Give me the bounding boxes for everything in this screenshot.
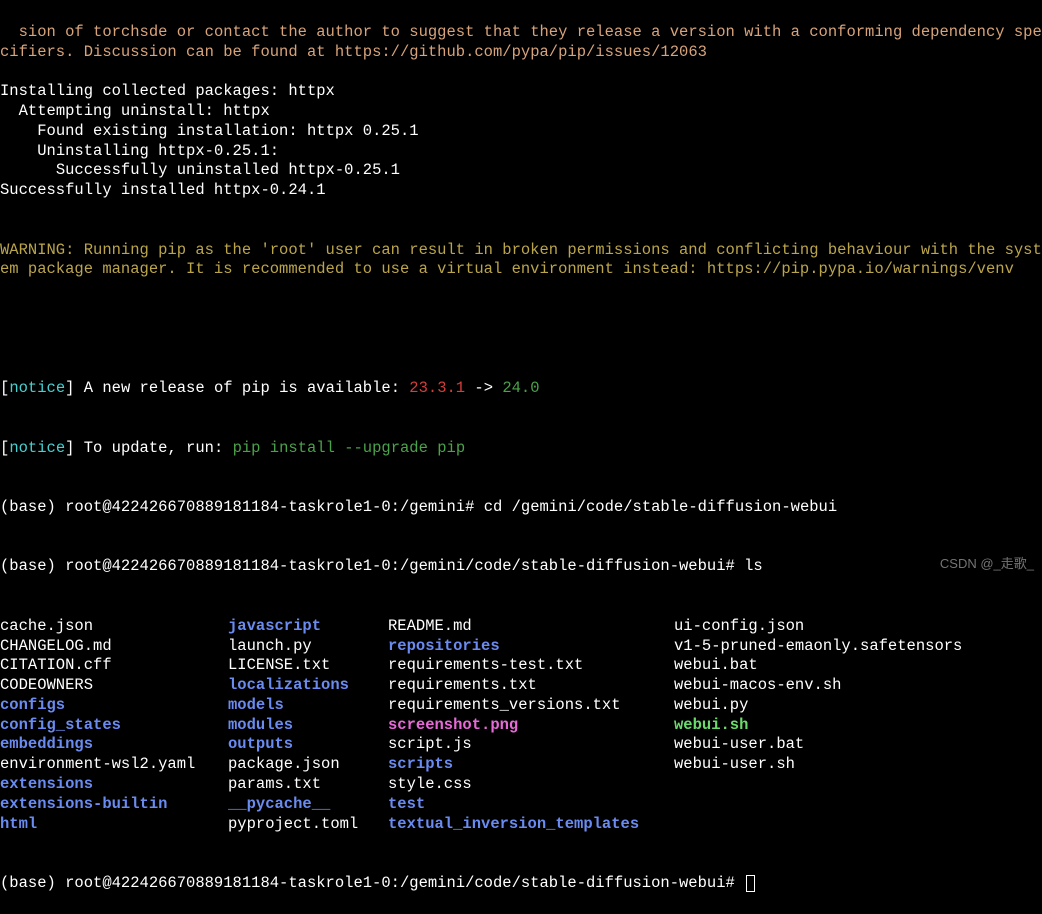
ls-entry: javascript — [228, 617, 388, 637]
ls-entry: params.txt — [228, 775, 388, 795]
ls-entry: configs — [0, 696, 228, 716]
ls-entry: README.md — [388, 617, 674, 637]
ls-entry: pyproject.toml — [228, 815, 388, 835]
ls-entry: style.css — [388, 775, 674, 795]
prompt-line-ls: (base) root@422426670889181184-taskrole1… — [0, 557, 1042, 577]
pip-new-version: 24.0 — [502, 379, 539, 397]
ls-entry: package.json — [228, 755, 388, 775]
shell-prompt: (base) root@422426670889181184-taskrole1… — [0, 557, 744, 575]
ls-entry: outputs — [228, 735, 388, 755]
ls-entry: textual_inversion_templates — [388, 815, 674, 835]
notice-line-2: [notice] To update, run: pip install --u… — [0, 439, 1042, 459]
install-line: Uninstalling httpx-0.25.1: — [0, 142, 1042, 162]
ls-entry: script.js — [388, 735, 674, 755]
ls-entry: CODEOWNERS — [0, 676, 228, 696]
cursor-icon — [746, 875, 755, 892]
root-warning-url: https://pip.pypa.io/warnings/venv — [707, 260, 1014, 278]
ls-entry: localizations — [228, 676, 388, 696]
install-line: Successfully installed httpx-0.24.1 — [0, 181, 1042, 201]
ls-entry: extensions — [0, 775, 228, 795]
ls-entry: CITATION.cff — [0, 656, 228, 676]
pip-old-version: 23.3.1 — [409, 379, 465, 397]
root-warning: WARNING: Running pip as the 'root' user … — [0, 241, 1042, 281]
ls-entry: test — [388, 795, 674, 815]
ls-entry: CHANGELOG.md — [0, 637, 228, 657]
install-lines: Installing collected packages: httpx Att… — [0, 82, 1042, 201]
blank-line — [0, 320, 1042, 340]
ls-entry: requirements_versions.txt — [388, 696, 674, 716]
dep-warning-url: https://github.com/pypa/pip/issues/12063 — [335, 43, 707, 61]
shell-command: ls — [744, 557, 763, 575]
prompt-line-cd: (base) root@422426670889181184-taskrole1… — [0, 498, 1042, 518]
shell-command: cd /gemini/code/stable-diffusion-webui — [484, 498, 837, 516]
shell-prompt: (base) root@422426670889181184-taskrole1… — [0, 874, 744, 892]
notice-label: notice — [9, 379, 65, 397]
ls-entry: webui.sh — [674, 716, 1042, 736]
notice-label: notice — [9, 439, 65, 457]
ls-entry: environment-wsl2.yaml — [0, 755, 228, 775]
ls-entry: webui.py — [674, 696, 1042, 716]
ls-entry: embeddings — [0, 735, 228, 755]
ls-entry: screenshot.png — [388, 716, 674, 736]
ls-entry: LICENSE.txt — [228, 656, 388, 676]
prompt-line-current[interactable]: (base) root@422426670889181184-taskrole1… — [0, 874, 1042, 894]
install-line: Attempting uninstall: httpx — [0, 102, 1042, 122]
notice-line-1: [notice] A new release of pip is availab… — [0, 379, 1042, 399]
ls-entry: webui-user.bat — [674, 735, 1042, 755]
ls-entry — [674, 775, 1042, 795]
watermark: CSDN @_走歌_ — [940, 554, 1034, 574]
ls-entry: config_states — [0, 716, 228, 736]
shell-prompt: (base) root@422426670889181184-taskrole1… — [0, 498, 484, 516]
ls-entry: __pycache__ — [228, 795, 388, 815]
ls-entry — [674, 815, 1042, 835]
ls-entry: models — [228, 696, 388, 716]
ls-entry: scripts — [388, 755, 674, 775]
ls-entry — [674, 795, 1042, 815]
ls-entry: html — [0, 815, 228, 835]
install-line: Installing collected packages: httpx — [0, 82, 1042, 102]
ls-entry: v1-5-pruned-emaonly.safetensors — [674, 637, 1042, 657]
ls-entry: cache.json — [0, 617, 228, 637]
terminal-output[interactable]: sion of torchsde or contact the author t… — [0, 3, 1042, 914]
ls-entry: requirements-test.txt — [388, 656, 674, 676]
install-line: Successfully uninstalled httpx-0.25.1 — [0, 161, 1042, 181]
ls-entry: ui-config.json — [674, 617, 1042, 637]
pip-upgrade-cmd: pip install --upgrade pip — [233, 439, 466, 457]
ls-entry: webui-macos-env.sh — [674, 676, 1042, 696]
ls-listing: cache.jsonjavascriptREADME.mdui-config.j… — [0, 617, 1042, 835]
ls-entry: launch.py — [228, 637, 388, 657]
ls-entry: webui-user.sh — [674, 755, 1042, 775]
ls-entry: webui.bat — [674, 656, 1042, 676]
ls-entry: modules — [228, 716, 388, 736]
ls-entry: repositories — [388, 637, 674, 657]
install-line: Found existing installation: httpx 0.25.… — [0, 122, 1042, 142]
ls-entry: requirements.txt — [388, 676, 674, 696]
ls-entry: extensions-builtin — [0, 795, 228, 815]
